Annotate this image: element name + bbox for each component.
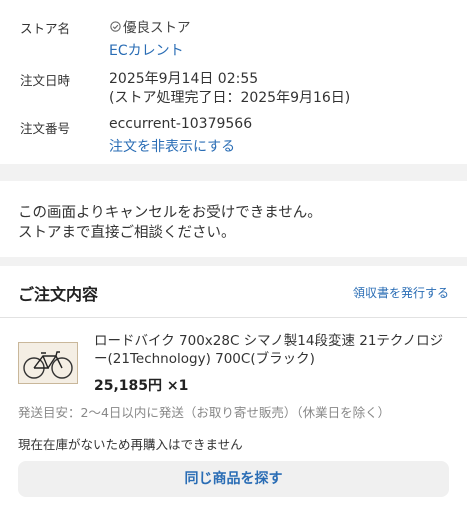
order-number-label: 注文番号 (20, 121, 71, 136)
order-info-panel: ストア名 優良ストア ECカレント 注文日時 2025年9月14日 02:55 … (0, 0, 467, 164)
divider (0, 317, 467, 318)
notice-line-2: ストアまで直接ご相談ください。 (18, 225, 236, 241)
order-contents-title: ご注文内容 (18, 285, 99, 304)
bicycle-icon (23, 351, 73, 379)
notice-line-1: この画面よりキャンセルをお受けできません。 (18, 205, 322, 221)
store-badge-text: 優良ストア (123, 20, 191, 36)
order-number-value: eccurrent-10379566 (109, 116, 253, 132)
stock-note: 現在在庫がないため再購入はできません (18, 437, 243, 452)
product-name[interactable]: ロードバイク 700x28C シマノ製14段変速 21テクノロジー(21Tech… (94, 332, 454, 368)
product-price: 25,185円 ×1 (94, 378, 189, 394)
find-same-product-button[interactable]: 同じ商品を探す (18, 461, 449, 497)
store-label: ストア名 (20, 21, 71, 36)
product-thumbnail[interactable] (18, 342, 78, 384)
order-completed-date: (ストア処理完了日：2025年9月16日) (109, 90, 351, 106)
award-badge-icon (110, 21, 121, 32)
hide-order-link[interactable]: 注文を非表示にする (109, 136, 235, 156)
store-badge: 優良ストア (109, 16, 191, 36)
order-date-label: 注文日時 (20, 73, 71, 88)
shipping-estimate: 発送目安：2〜4日以内に発送（お取り寄せ販売）（休業日を除く） (18, 405, 391, 420)
order-contents: ご注文内容 領収書を発行する ロードバイク 700x28C シマノ製14段変速 … (0, 266, 467, 512)
cancel-notice: この画面よりキャンセルをお受けできません。 ストアまで直接ご相談ください。 (0, 181, 467, 257)
store-name-link[interactable]: ECカレント (109, 40, 184, 60)
issue-receipt-link[interactable]: 領収書を発行する (353, 284, 449, 301)
order-date-value: 2025年9月14日 02:55 (109, 71, 259, 87)
